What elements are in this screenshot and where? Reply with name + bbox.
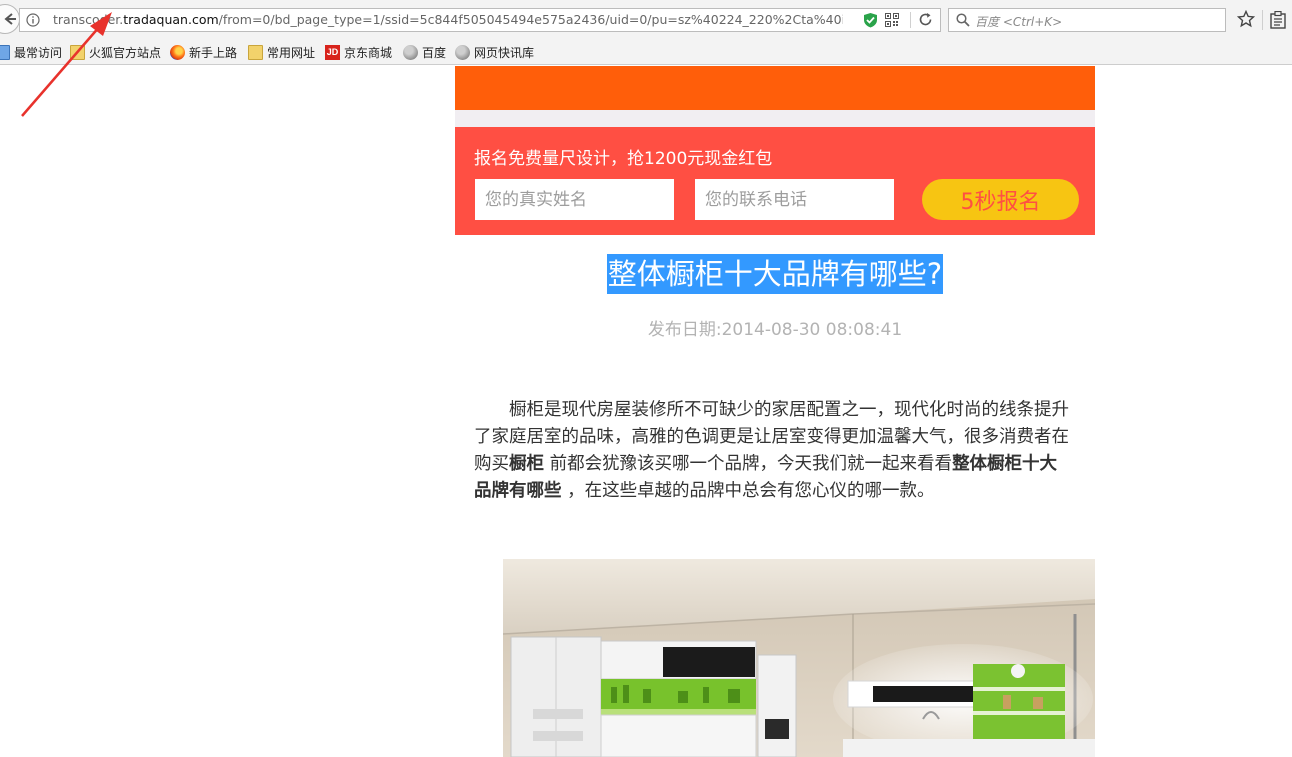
bookmarks-folder-icon — [0, 44, 10, 60]
globe-icon — [455, 44, 470, 60]
back-arrow-icon — [4, 13, 16, 25]
bookmark-label: 新手上路 — [189, 45, 238, 60]
reload-icon[interactable] — [918, 12, 933, 27]
toolbar-separator — [1262, 10, 1263, 30]
bookmarks-toolbar: 最常访问 火狐官方站点 新手上路 常用网址 JD 京东商城 百度 网页快讯库 — [0, 40, 1292, 65]
folder-icon — [70, 44, 85, 60]
article-paragraph: 橱柜是现代房屋装修所不可缺少的家居配置之一，现代化时尚的线条提升了家庭居室的品味… — [474, 397, 1074, 505]
search-icon — [956, 13, 970, 27]
search-placeholder: 百度 <Ctrl+K> — [975, 15, 1063, 29]
bookmark-firefox-official[interactable]: 火狐官方站点 — [70, 44, 161, 60]
keyword-cabinet: 橱柜 — [509, 454, 544, 474]
kitchen-cabinet-photo — [503, 559, 1095, 757]
globe-icon — [403, 44, 418, 60]
article-header: 整体橱柜十大品牌有哪些? — [455, 254, 1095, 294]
qr-code-icon[interactable] — [885, 13, 899, 27]
publish-date: 发布日期:2014-08-30 08:08:41 — [455, 315, 1095, 340]
url-prefix: transcoder. — [53, 12, 124, 27]
url-path: /from=0/bd_page_type=1/ssid=5c844f505045… — [218, 12, 843, 27]
bookmark-label: 网页快讯库 — [474, 45, 535, 60]
bookmark-label: 最常访问 — [14, 45, 63, 60]
search-bar[interactable]: 百度 <Ctrl+K> — [948, 8, 1226, 32]
browser-toolbar: transcoder.tradaquan.com/from=0/bd_page_… — [0, 0, 1292, 40]
article-title: 整体橱柜十大品牌有哪些? — [606, 254, 944, 294]
bookmark-jd[interactable]: JD 京东商城 — [325, 44, 392, 60]
paragraph-text: ，在这些卓越的品牌中总会有您心仪的哪一款。 — [561, 481, 935, 501]
article-body: 橱柜是现代房屋装修所不可缺少的家居配置之一，现代化时尚的线条提升了家庭居室的品味… — [474, 397, 1074, 505]
signup-button[interactable]: 5秒报名 — [922, 179, 1079, 220]
jd-icon: JD — [325, 44, 340, 60]
top-orange-banner — [455, 66, 1095, 110]
signup-form: 报名免费量尺设计，抢1200元现金红包 5秒报名 — [455, 127, 1095, 235]
section-divider — [455, 110, 1095, 127]
url-text[interactable]: transcoder.tradaquan.com/from=0/bd_page_… — [53, 12, 843, 27]
signup-form-title: 报名免费量尺设计，抢1200元现金红包 — [474, 149, 773, 169]
bookmark-label: 常用网址 — [267, 45, 316, 60]
publish-date-label: 发布日期: — [647, 320, 722, 340]
paragraph-text: 前都会犹豫该买哪一个品牌，今天我们就一起来看看 — [544, 454, 953, 474]
bookmark-web-slices[interactable]: 网页快讯库 — [455, 44, 534, 60]
back-button[interactable] — [0, 4, 20, 34]
firefox-icon — [170, 44, 185, 60]
bookmark-label: 百度 — [422, 45, 447, 60]
bookmark-most-visited[interactable]: 最常访问 — [0, 44, 62, 60]
url-host: tradaquan.com — [123, 12, 219, 27]
info-icon[interactable] — [26, 13, 40, 27]
bookmarks-menu-icon[interactable] — [1270, 11, 1286, 29]
bookmark-label: 火狐官方站点 — [89, 45, 162, 60]
bookmark-common-sites[interactable]: 常用网址 — [248, 44, 315, 60]
bookmark-baidu[interactable]: 百度 — [403, 44, 446, 60]
phone-input[interactable] — [695, 179, 894, 220]
bookmark-star-icon[interactable] — [1237, 10, 1255, 28]
bookmark-getting-started[interactable]: 新手上路 — [170, 44, 237, 60]
bookmark-label: 京东商城 — [344, 45, 393, 60]
address-bar[interactable]: transcoder.tradaquan.com/from=0/bd_page_… — [19, 8, 941, 32]
shield-check-icon[interactable] — [863, 12, 878, 28]
name-input[interactable] — [475, 179, 674, 220]
url-separator — [910, 12, 911, 28]
folder-icon — [248, 44, 263, 60]
publish-date-value: 2014-08-30 08:08:41 — [721, 320, 903, 340]
